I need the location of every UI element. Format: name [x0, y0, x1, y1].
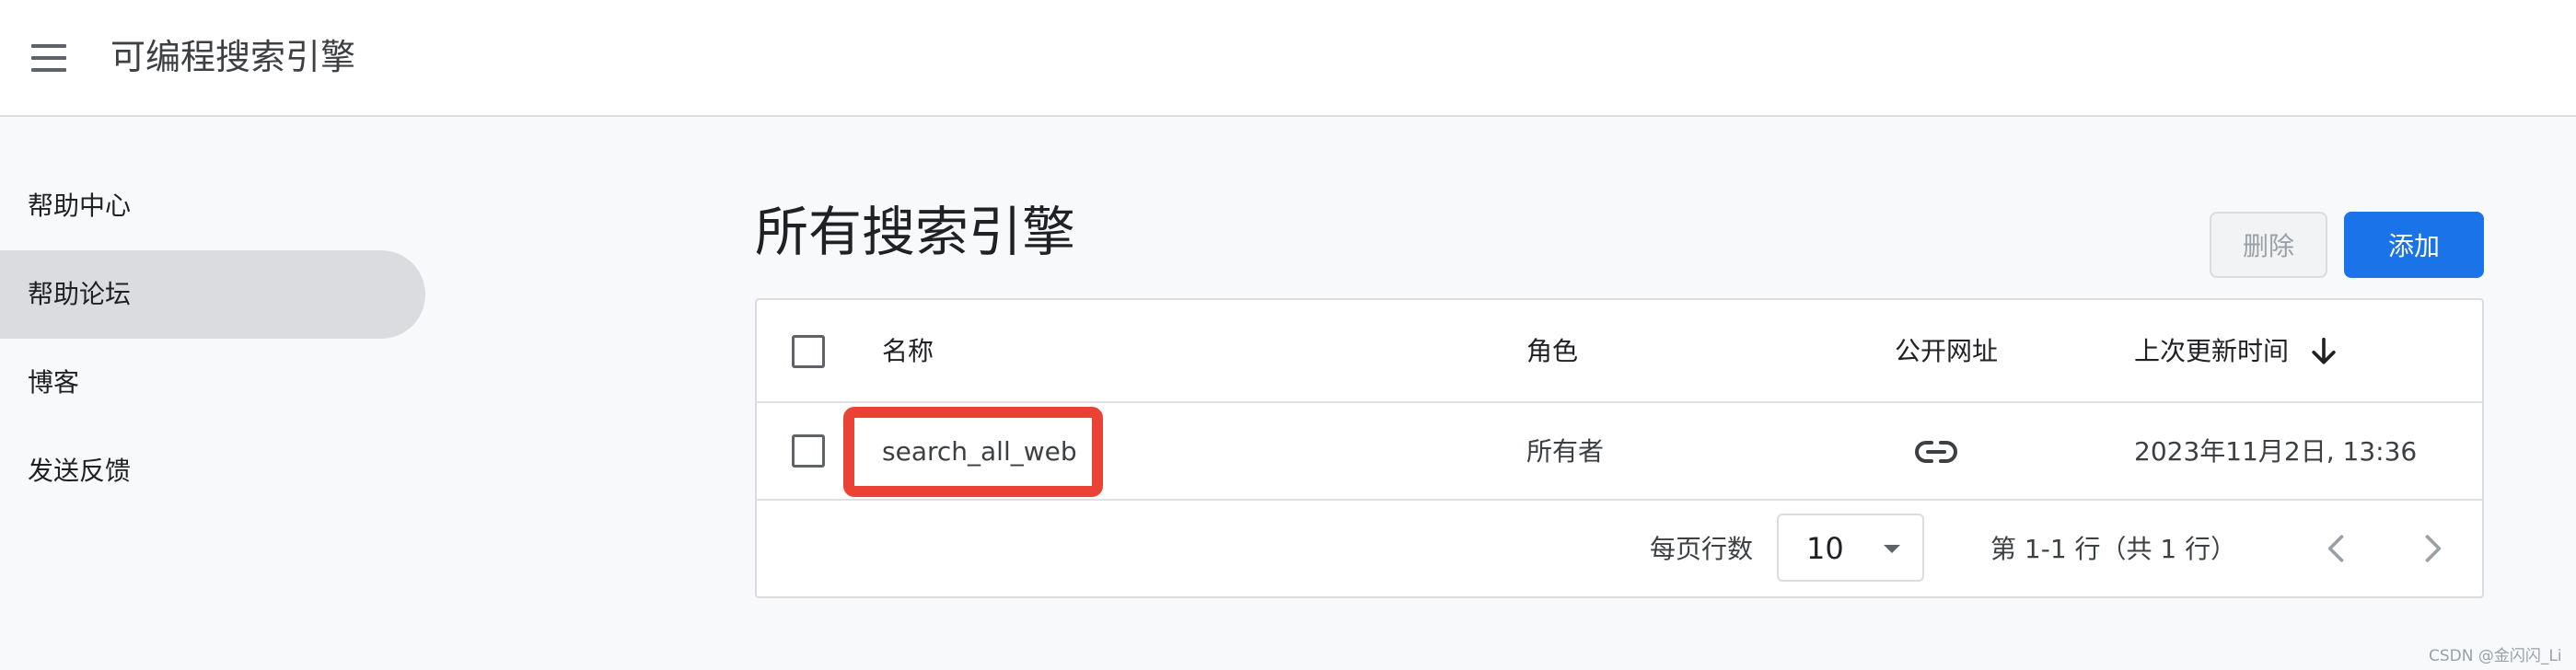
row-checkbox[interactable]	[792, 434, 825, 468]
select-all-checkbox[interactable]	[792, 335, 825, 368]
column-header-public-url[interactable]: 公开网址	[1895, 333, 1998, 370]
caret-down-icon	[1884, 545, 1900, 553]
chevron-left-icon[interactable]	[2316, 528, 2357, 569]
engine-name-link[interactable]: search_all_web	[882, 433, 1077, 470]
sidebar-item-help-center[interactable]: 帮助中心	[0, 162, 425, 250]
arrow-down-icon[interactable]	[2305, 333, 2342, 370]
watermark: CSDN @金闪闪_Li	[2429, 647, 2562, 665]
row-role: 所有者	[1526, 436, 1605, 467]
column-header-name[interactable]: 名称	[882, 333, 934, 370]
link-icon[interactable]	[1915, 438, 1957, 466]
menu-icon[interactable]	[28, 39, 70, 77]
page-title: 所有搜索引擎	[755, 201, 1076, 263]
rows-per-page-value: 10	[1806, 531, 1844, 566]
column-header-last-updated[interactable]: 上次更新时间	[2134, 333, 2289, 370]
page-range-label: 第 1-1 行（共 1 行）	[1990, 534, 2237, 564]
menu-icon-line	[31, 44, 66, 48]
sidebar-item-blog[interactable]: 博客	[0, 339, 425, 427]
table-header-row: 名称 角色 公开网址 上次更新时间	[757, 300, 2482, 403]
menu-icon-line	[31, 68, 66, 72]
chevron-right-icon[interactable]	[2412, 528, 2453, 569]
app-title: 可编程搜索引擎	[110, 37, 356, 77]
top-bar: 可编程搜索引擎	[0, 0, 2576, 117]
sidebar-item-send-feedback[interactable]: 发送反馈	[0, 427, 425, 515]
table-pagination: 每页行数 10 第 1-1 行（共 1 行）	[757, 501, 2482, 598]
table-row: search_all_web 所有者 2023年11月2日, 13:36	[757, 403, 2482, 501]
sidebar: 帮助中心 帮助论坛 博客 发送反馈	[0, 162, 425, 515]
add-button[interactable]: 添加	[2344, 212, 2484, 278]
row-last-updated: 2023年11月2日, 13:36	[2134, 436, 2418, 467]
rows-per-page-select[interactable]: 10	[1777, 514, 1924, 582]
sidebar-item-help-forum[interactable]: 帮助论坛	[0, 250, 425, 339]
delete-button[interactable]: 删除	[2210, 212, 2327, 278]
search-engine-table: 名称 角色 公开网址 上次更新时间 search_all_web 所有者 202…	[755, 298, 2484, 598]
menu-icon-line	[31, 56, 66, 60]
column-header-role[interactable]: 角色	[1526, 333, 1578, 370]
rows-per-page-label: 每页行数	[1650, 534, 1754, 564]
